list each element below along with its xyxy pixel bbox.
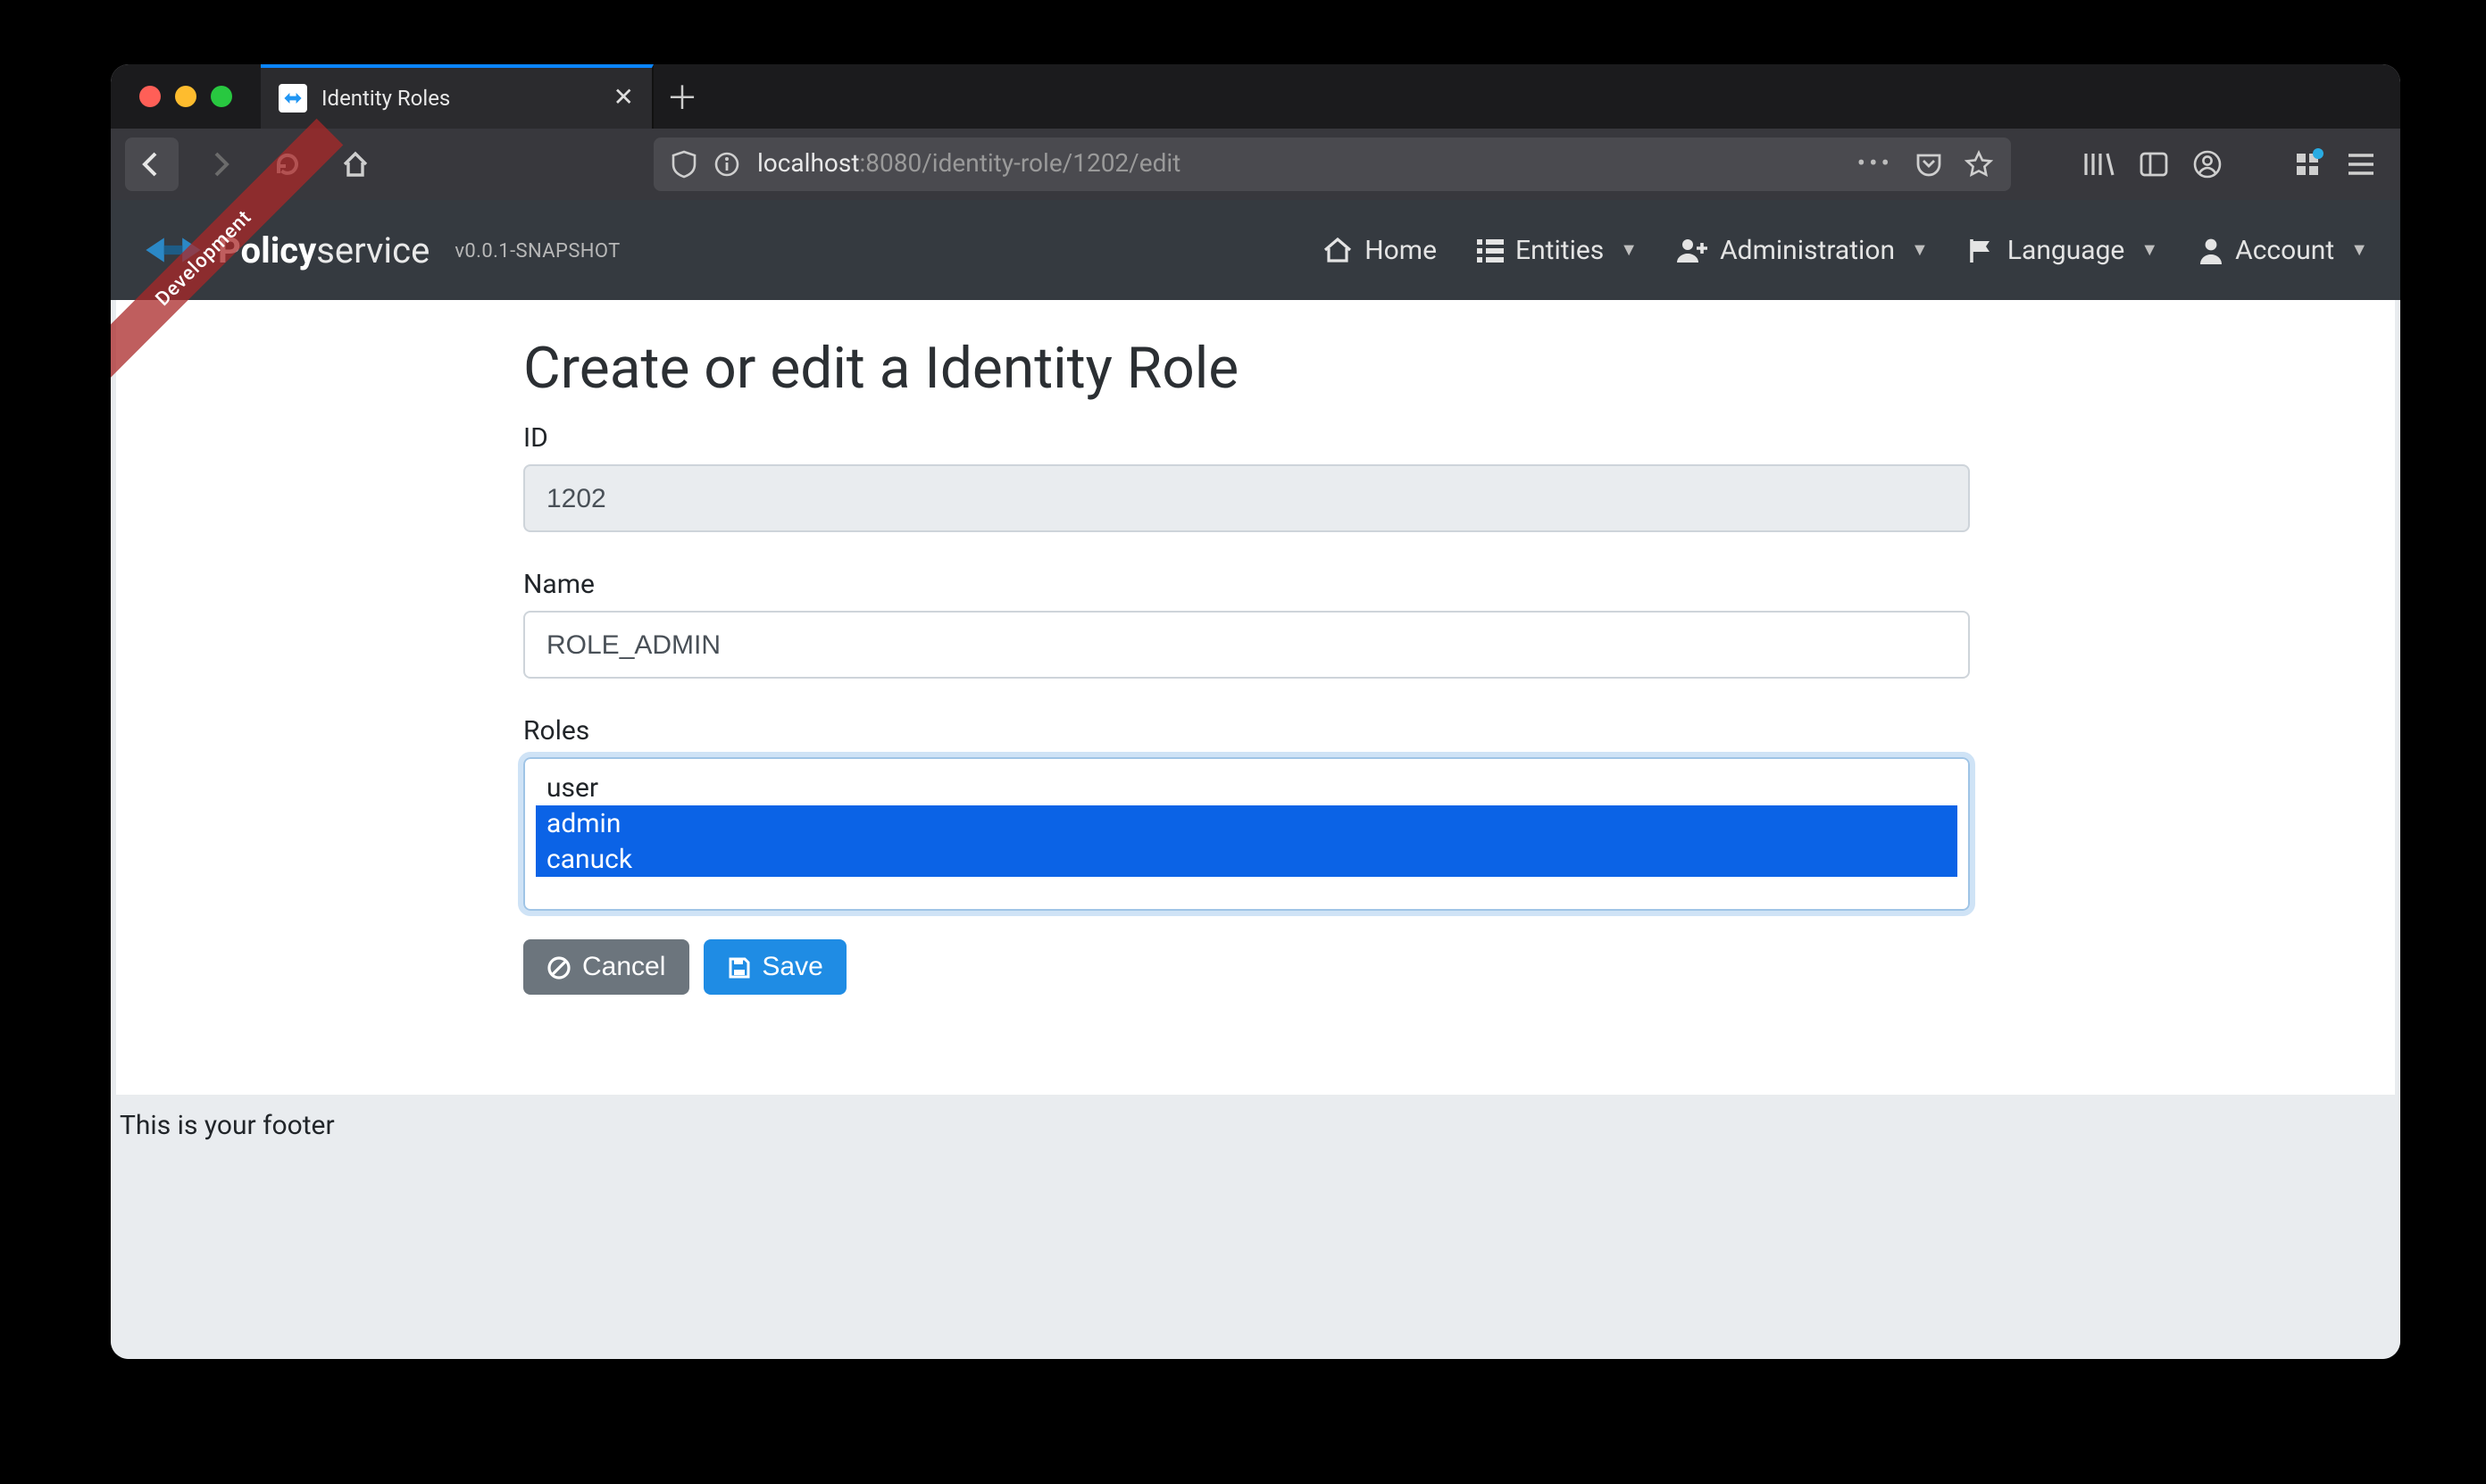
user-icon [2198,237,2223,263]
nav-administration-label: Administration [1720,234,1895,266]
more-dots-icon[interactable]: ••• [1857,150,1893,179]
favicon-icon [279,84,307,113]
nav-entities[interactable]: Entities ▼ [1476,234,1638,266]
nav-language-label: Language [2007,234,2125,266]
back-button[interactable] [125,138,179,191]
save-button[interactable]: Save [703,939,846,995]
address-bar[interactable]: localhost:8080/identity-role/1202/edit •… [654,138,2011,191]
ban-icon [546,955,571,980]
browser-tab-identity-roles[interactable]: Identity Roles ✕ [261,64,654,129]
app-navbar: Development Policyservice v0.0.1-SNAPSHO… [111,200,2400,300]
home-icon [1323,238,1352,263]
page-title: Create or edit a Identity Role [523,332,1970,404]
extensions-icon[interactable] [2293,150,2322,179]
brand-version: v0.0.1-SNAPSHOT [455,238,620,262]
nav-account-label: Account [2235,234,2334,266]
roles-option[interactable]: admin [536,805,1957,841]
window-controls [111,64,261,129]
cancel-button-label: Cancel [582,952,665,982]
info-icon [714,152,739,177]
chevron-down-icon: ▼ [1620,240,1638,260]
form-card: Create or edit a Identity Role ID Name R… [116,300,2395,1095]
save-disk-icon [726,955,751,980]
nav-home[interactable]: Home [1323,234,1437,266]
close-window-button[interactable] [139,86,161,107]
nav-account[interactable]: Account ▼ [2198,234,2368,266]
chevron-down-icon: ▼ [1911,240,1929,260]
library-icon[interactable] [2082,150,2115,179]
sidebar-icon[interactable] [2140,152,2168,177]
minimize-window-button[interactable] [175,86,196,107]
id-label: ID [523,421,1970,454]
browser-window: Identity Roles ✕ ＋ [111,64,2400,1359]
browser-toolbar: localhost:8080/identity-role/1202/edit •… [111,129,2400,200]
chevron-down-icon: ▼ [2350,240,2368,260]
roles-multiselect[interactable]: useradmincanuck [523,757,1970,911]
new-tab-button[interactable]: ＋ [654,64,711,129]
cancel-button[interactable]: Cancel [523,939,688,995]
nav-administration[interactable]: Administration ▼ [1677,234,1929,266]
save-button-label: Save [762,952,822,982]
profile-icon[interactable] [2193,150,2222,179]
footer-text: This is your footer [116,1104,2395,1141]
menu-icon[interactable] [2347,152,2375,177]
bookmark-star-icon[interactable] [1965,150,1993,179]
roles-label: Roles [523,714,1970,746]
user-plus-icon [1677,238,1707,263]
tab-strip: Identity Roles ✕ ＋ [111,64,2400,129]
nav-home-label: Home [1364,234,1437,266]
pocket-icon[interactable] [1915,152,1943,177]
page-content: Create or edit a Identity Role ID Name R… [111,300,2400,1359]
flag-icon [1968,237,1995,263]
maximize-window-button[interactable] [211,86,232,107]
tab-title: Identity Roles [321,86,450,111]
close-tab-button[interactable]: ✕ [613,86,634,111]
forward-button[interactable] [193,138,246,191]
chevron-down-icon: ▼ [2140,240,2158,260]
url-text: localhost:8080/identity-role/1202/edit [757,150,1839,179]
shield-icon [672,150,697,179]
nav-language[interactable]: Language ▼ [1968,234,2158,266]
name-label: Name [523,568,1970,600]
id-field [523,464,1970,532]
list-icon [1476,238,1503,262]
roles-option[interactable]: canuck [536,841,1957,877]
name-field[interactable] [523,611,1970,679]
roles-option[interactable]: user [536,770,1957,805]
nav-entities-label: Entities [1515,234,1604,266]
